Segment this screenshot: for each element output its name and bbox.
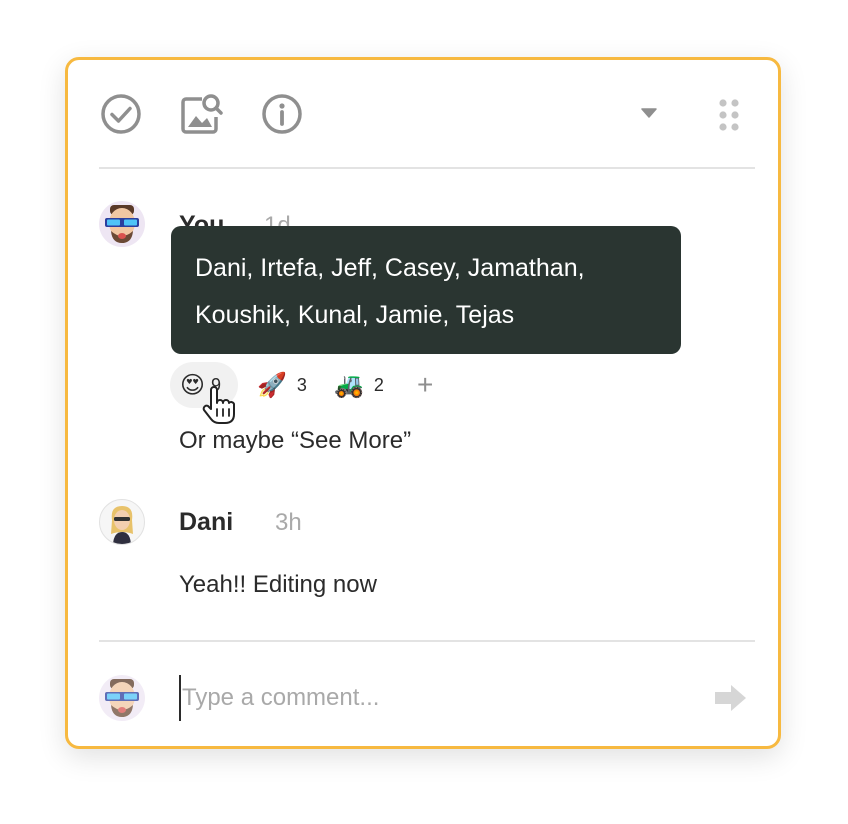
drag-handle-icon[interactable] [718,98,740,132]
comment-text: Or maybe “See More” [179,427,412,454]
reaction-count: 3 [296,374,307,395]
hand-cursor-icon [202,386,235,424]
composer-divider [99,640,755,642]
image-search-icon[interactable] [180,91,226,137]
tooltip-line: Koushik, Kunal, Jamie, Tejas [195,301,515,329]
reactors-tooltip: Dani, Irtefa, Jeff, Casey, Jamathan, Kou… [171,226,681,354]
avatar[interactable] [99,201,145,247]
check-circle-icon[interactable] [100,93,142,135]
reaction-tractor[interactable]: 🚜 2 [334,362,384,408]
send-arrow-icon[interactable] [713,684,747,712]
comment-author: Dani [179,508,234,536]
avatar [99,675,145,721]
reaction-count: 2 [373,374,384,395]
comment-timestamp: 3h [275,509,302,536]
tooltip-line: Dani, Irtefa, Jeff, Casey, Jamathan, [195,254,585,282]
reaction-rocket[interactable]: 🚀 3 [257,362,307,408]
toolbar-divider [99,167,755,169]
plus-icon: + [417,369,434,400]
info-icon[interactable] [261,93,303,135]
tractor-emoji-icon: 🚜 [334,371,364,399]
text-caret [179,675,181,721]
rocket-emoji-icon: 🚀 [257,371,287,399]
caret-down-icon[interactable] [641,107,657,119]
comment-input[interactable]: Type a comment... [182,684,379,712]
add-reaction-button[interactable]: + [417,362,433,408]
avatar[interactable] [99,499,145,545]
comment-text: Yeah!! Editing now [179,571,377,598]
comment-panel: You 1d 😍 9 🚀 3 🚜 2 + Or maybe “See More”… [65,57,781,749]
